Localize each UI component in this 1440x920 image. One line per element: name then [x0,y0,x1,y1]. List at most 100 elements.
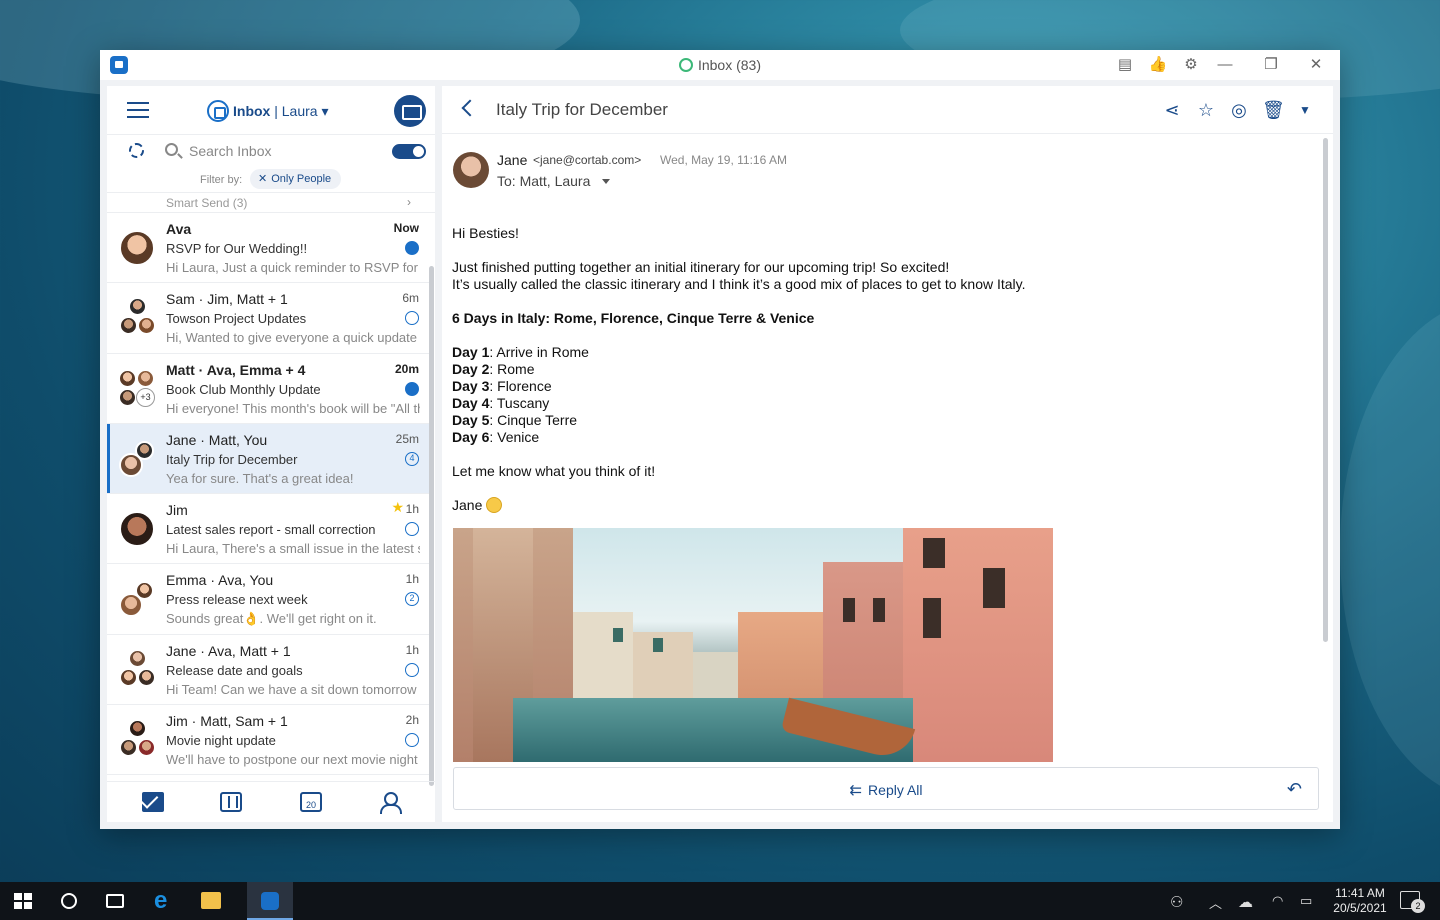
thread-time: 2h [405,713,419,728]
message-count-badge[interactable]: 2 [405,592,419,607]
minimize-button[interactable]: — [1214,55,1236,75]
wifi-icon[interactable]: ◠ [1272,893,1283,909]
itinerary-day: Day 2: Rome [452,361,535,377]
remove-filter-icon[interactable]: ✕ [258,173,267,185]
reply-all-button[interactable]: ⇇ Reply All ↶ [453,767,1319,810]
settings-gear-icon[interactable]: ⚙ [1180,55,1202,75]
task-view-icon[interactable] [106,894,124,908]
thread-list-pane: Inbox | Laura ▾ Filter by: ✕Only People … [107,86,435,822]
expand-recipients-icon[interactable] [602,179,611,184]
mail-window: Inbox (83) ▤ 👍 ⚙ — ❐ ✕ Inbox | Laura ▾ F… [100,50,1340,829]
smart-send-row[interactable]: Smart Send (3) › [107,192,435,213]
battery-icon[interactable]: ▭ [1300,893,1312,909]
system-clock[interactable]: 11:41 AM 20/5/2021 [1330,886,1390,916]
account-selector[interactable]: Inbox | Laura ▾ [207,100,329,122]
itinerary-day: Day 5: Cinque Terre [452,412,578,428]
chevron-up-icon[interactable]: ︿ [1209,893,1222,912]
star-outline-icon[interactable]: ☆ [1196,100,1216,120]
chevron-right-icon: › [407,195,411,209]
message-count-badge[interactable]: 4 [405,451,419,466]
mail-app-taskbar-button[interactable] [247,882,293,920]
sender-avatar[interactable] [453,152,489,188]
itinerary-day: Day 4: Tuscany [452,395,550,411]
done-circle-icon[interactable]: ◎ [1229,100,1249,120]
body-signature: Jane [452,497,1312,514]
read-indicator-icon[interactable] [405,522,419,537]
restore-button[interactable]: ❐ [1260,55,1282,75]
reply-icon[interactable]: ↶ [1287,779,1302,800]
message-scrollbar[interactable] [1323,138,1328,642]
title-bar: Inbox (83) ▤ 👍 ⚙ — ❐ ✕ [100,50,1340,80]
avatar [119,738,138,758]
read-indicator-icon[interactable] [405,311,419,326]
avatar [119,667,138,687]
body-paragraph: It’s usually called the classic itinerar… [452,276,1026,292]
thread-sender: Emma · Ava, You [166,572,274,589]
avatar [137,316,156,336]
thread-time: 1h [405,502,419,517]
thread-item[interactable]: Jim ★ 1h Latest sales report - small cor… [107,494,429,565]
avatar [119,452,143,477]
thread-item[interactable]: Ava Now RSVP for Our Wedding!! Hi Laura,… [107,213,429,284]
message-body: Hi Besties! Just finished putting togeth… [452,225,1312,514]
thread-item[interactable]: Emma · Ava, You 1h Press release next we… [107,564,429,635]
thread-item-selected[interactable]: Jane · Matt, You 25m Italy Trip for Dece… [107,423,429,495]
search-input[interactable] [189,141,379,161]
thread-time: 1h [405,572,419,587]
calendar-icon[interactable]: 20 [300,792,322,812]
search-bar [107,134,435,166]
thread-item[interactable]: Jim · Matt, Sam + 1 2h Movie night updat… [107,705,429,776]
menu-icon[interactable] [127,102,149,118]
trash-icon[interactable]: 🗑 [1262,100,1285,120]
back-arrow-icon[interactable] [461,99,479,117]
search-circle-icon[interactable] [61,893,77,909]
avatar [128,648,147,668]
file-explorer-icon[interactable] [201,892,221,909]
contacts-icon[interactable] [380,792,402,814]
body-paragraph: Just finished putting together an initia… [452,259,950,275]
reading-pane-icon[interactable]: ▤ [1114,55,1136,75]
onedrive-cloud-icon[interactable]: ☁ [1238,893,1253,911]
thread-subject: RSVP for Our Wedding!! [166,241,308,256]
thread-sender: Ava [166,221,192,237]
thread-preview: Hi Laura, There's a small issue in the l… [166,541,420,557]
unread-indicator-icon[interactable] [405,241,419,255]
venice-canal-photo[interactable] [453,528,1053,762]
compose-button[interactable] [394,95,426,127]
mail-icon[interactable] [142,792,164,812]
feedback-thumbs-up-icon[interactable]: 👍 [1147,55,1169,75]
read-indicator-icon[interactable] [405,662,419,677]
avatar [119,511,155,548]
avatar [119,230,155,266]
avatar [137,738,156,758]
sender-name[interactable]: Jane [497,152,527,168]
read-indicator-icon[interactable] [405,733,419,748]
avatar [119,316,138,336]
recipients-line[interactable]: To: Matt, Laura [497,173,611,189]
star-icon[interactable]: ★ [391,499,404,516]
thread-time: 25m [395,431,419,446]
people-icon[interactable]: ⚇ [1170,893,1183,911]
people-filter-toggle[interactable] [392,144,426,159]
thread-item[interactable]: Jane · Ava, Matt + 1 1h Release date and… [107,634,429,706]
thread-list: Ava Now RSVP for Our Wedding!! Hi Laura,… [107,213,429,781]
refresh-icon[interactable] [129,143,144,158]
thread-list-scrollbar[interactable] [429,266,434,786]
share-icon[interactable]: ⋖ [1162,100,1182,120]
avatar [136,368,155,388]
thread-item[interactable]: Sam · Jim, Matt + 1 6m Towson Project Up… [107,283,429,354]
start-windows-icon[interactable] [14,893,32,909]
close-button[interactable]: ✕ [1305,55,1327,75]
edge-browser-icon[interactable]: e [154,888,167,914]
desktop-wallpaper-wave [1340,300,1440,800]
filter-label: Filter by: [200,174,243,186]
notification-center-icon[interactable]: 2 [1400,891,1425,913]
only-people-filter-chip[interactable]: ✕ Only People [250,169,342,189]
thread-item[interactable]: +3 Matt · Ava, Emma + 4 20m Book Club Mo… [107,353,429,424]
app-logo-icon [261,892,279,910]
board-icon[interactable] [220,792,242,812]
thread-subject: Movie night update [166,733,276,749]
itinerary-day: Day 1: Arrive in Rome [452,344,589,360]
unread-indicator-icon[interactable] [405,381,419,396]
more-chevron-down-icon[interactable]: ▼ [1295,100,1315,120]
